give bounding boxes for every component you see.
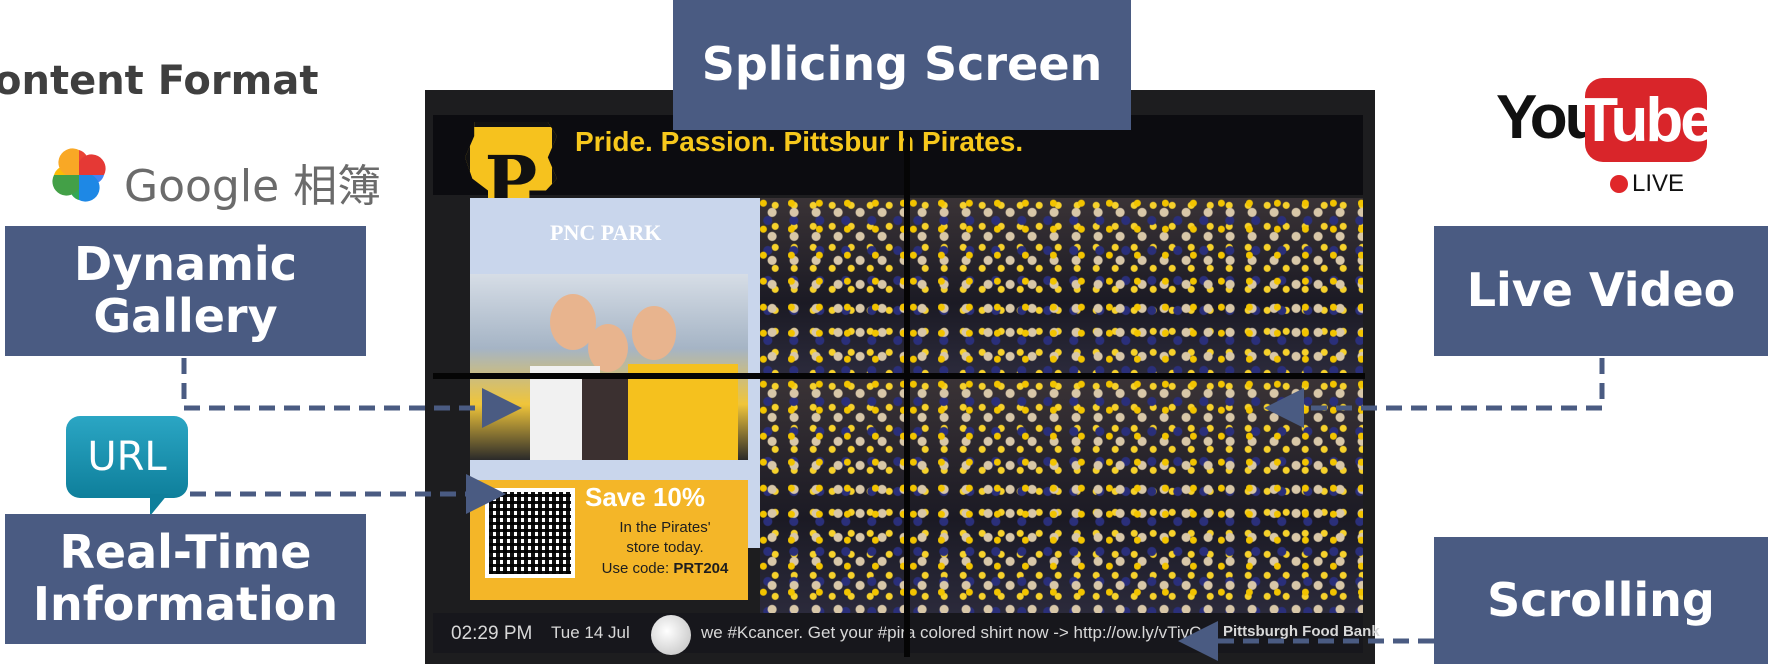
gallery-connector xyxy=(181,358,522,428)
live-video-connector xyxy=(1264,358,1605,428)
connector-arrows xyxy=(181,358,1605,661)
